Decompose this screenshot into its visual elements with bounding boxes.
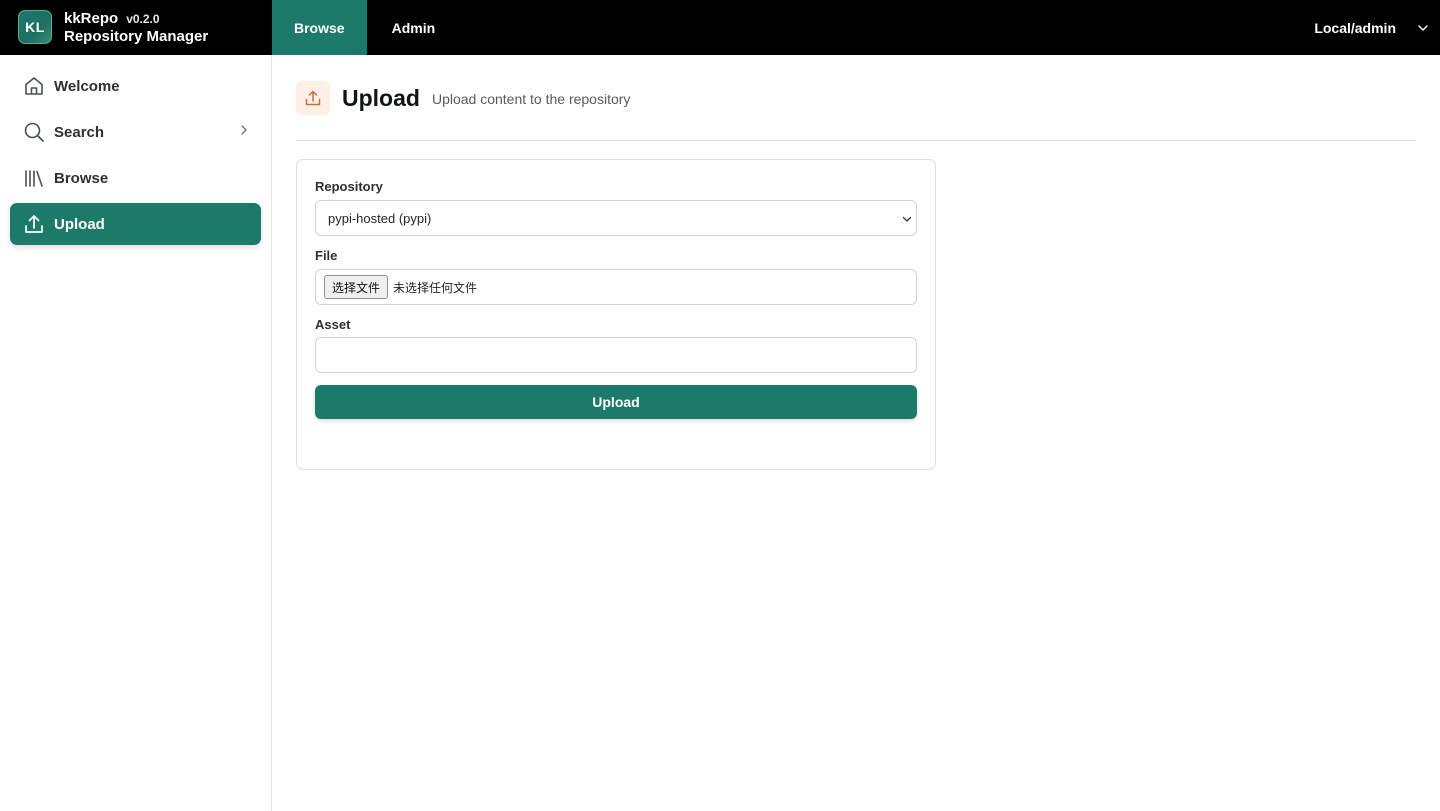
file-status: 未选择任何文件 xyxy=(393,280,478,295)
sidebar-item-search[interactable]: Search xyxy=(10,111,261,153)
logo: KL xyxy=(18,10,52,44)
app-subtitle: Repository Manager xyxy=(64,27,209,45)
user-label: Local/admin xyxy=(1314,19,1396,36)
home-icon xyxy=(23,75,45,97)
user-menu[interactable]: Local/admin xyxy=(1314,0,1428,55)
chevron-right-icon xyxy=(241,125,247,135)
topnav-browse[interactable]: Browse xyxy=(272,0,367,55)
upload-icon xyxy=(23,213,45,235)
library-icon xyxy=(23,167,45,189)
sidebar-item-label: Search xyxy=(54,123,105,141)
sidebar-item-browse[interactable]: Browse xyxy=(10,157,261,199)
upload-button[interactable]: Upload xyxy=(315,385,917,419)
chevron-down-icon xyxy=(1418,24,1428,31)
repository-selected-value: pypi-hosted (pypi) xyxy=(328,210,432,226)
top-bar: KL kkRepo v0.2.0 Repository Manager Brow… xyxy=(0,0,1440,55)
sidebar-item-welcome[interactable]: Welcome xyxy=(10,65,261,107)
page-title: Upload xyxy=(342,84,420,111)
brand-text: kkRepo v0.2.0 Repository Manager xyxy=(64,10,208,45)
page-header: Upload Upload content to the repository xyxy=(296,80,630,116)
search-icon xyxy=(23,121,45,143)
topnav-admin[interactable]: Admin xyxy=(367,0,461,55)
asset-input[interactable] xyxy=(315,337,917,373)
top-nav: Browse Admin xyxy=(272,0,460,55)
asset-label: Asset xyxy=(315,317,351,332)
sidebar-item-label: Welcome xyxy=(54,77,120,95)
repository-label: Repository xyxy=(315,179,383,194)
upload-icon xyxy=(296,81,330,115)
sidebar: Welcome Search Browse Upload xyxy=(0,55,272,811)
sidebar-item-label: Browse xyxy=(54,169,109,187)
app-version: v0.2.0 xyxy=(126,11,160,26)
page-subtitle: Upload content to the repository xyxy=(431,91,631,107)
choose-file-button[interactable]: 选择文件 xyxy=(324,275,389,299)
file-input[interactable]: 选择文件 未选择任何文件 xyxy=(315,269,917,305)
repository-select[interactable]: pypi-hosted (pypi) xyxy=(315,200,917,236)
file-label: File xyxy=(315,248,338,263)
upload-form: Repository pypi-hosted (pypi) File 选择文件 … xyxy=(296,159,936,470)
sidebar-item-upload[interactable]: Upload xyxy=(10,203,261,245)
header-divider xyxy=(296,140,1416,141)
sidebar-item-label: Upload xyxy=(54,215,105,233)
chevron-down-icon xyxy=(901,213,913,225)
brand[interactable]: KL kkRepo v0.2.0 Repository Manager xyxy=(18,10,208,45)
app-name: kkRepo xyxy=(64,9,119,27)
